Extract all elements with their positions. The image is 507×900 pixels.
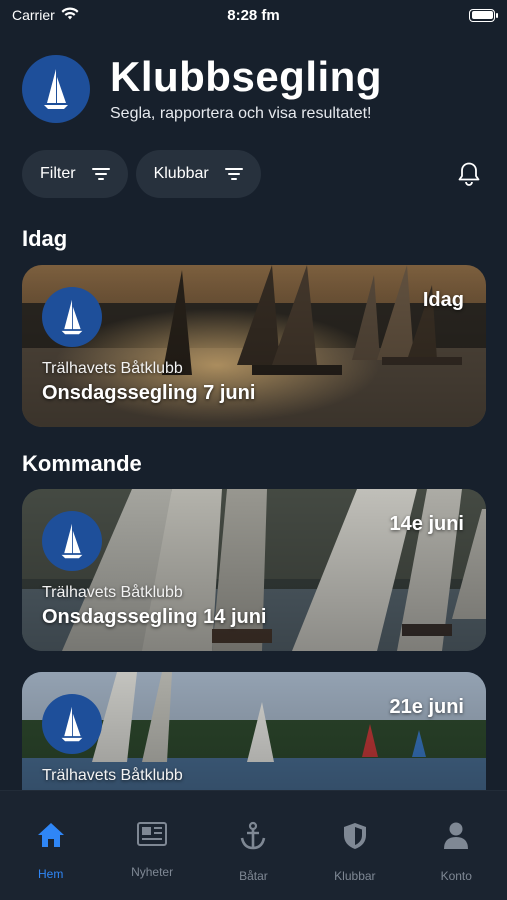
tab-home[interactable]: Hem xyxy=(6,821,96,900)
newspaper-icon xyxy=(137,822,168,846)
carrier-label: Carrier xyxy=(12,7,55,23)
filter-lines-icon xyxy=(91,168,110,180)
event-card[interactable]: 14e juni Trälhavets Båtklubb Onsdagssegl… xyxy=(22,489,486,651)
tab-label: Båtar xyxy=(239,869,268,883)
section-title-today: Idag xyxy=(22,226,68,251)
event-club: Trälhavets Båtklubb xyxy=(42,767,183,784)
bell-icon xyxy=(458,162,480,186)
notifications-button[interactable] xyxy=(453,158,485,190)
sailboat-icon xyxy=(61,706,83,742)
club-logo xyxy=(42,694,102,754)
tab-account[interactable]: Konto xyxy=(411,821,501,900)
event-club: Trälhavets Båtklubb xyxy=(42,584,183,601)
sailboat-icon xyxy=(44,69,68,110)
tab-label: Nyheter xyxy=(131,865,174,879)
clubs-filter-label: Klubbar xyxy=(153,165,209,182)
event-name: Onsdagssegling 14 juni xyxy=(42,606,267,628)
club-logo xyxy=(22,55,90,124)
event-date: 21e juni xyxy=(389,696,464,718)
tab-bar: Hem Nyheter Båtar Klubbar Konto xyxy=(0,790,507,900)
event-date: Idag xyxy=(422,289,464,311)
event-card[interactable]: Idag Trälhavets Båtklubb Onsdagssegling … xyxy=(22,265,486,427)
sailboat-icon xyxy=(61,523,83,559)
tab-boats[interactable]: Båtar xyxy=(208,821,298,900)
event-club: Trälhavets Båtklubb xyxy=(42,360,183,377)
filter-lines-icon xyxy=(224,168,243,180)
page-subtitle: Segla, rapportera och visa resultatet! xyxy=(110,105,372,123)
home-icon xyxy=(37,823,64,847)
section-title-upcoming: Kommande xyxy=(22,451,142,476)
event-name: Onsdagssegling 7 juni xyxy=(42,382,256,404)
filter-bar: Filter Klubbar xyxy=(22,150,485,198)
filter-label: Filter xyxy=(40,165,76,182)
sailboat-icon xyxy=(61,299,83,335)
event-date: 14e juni xyxy=(389,513,464,535)
clubs-filter-button[interactable]: Klubbar xyxy=(135,150,261,198)
header-text: Klubbsegling Segla, rapportera och visa … xyxy=(110,53,382,123)
battery-icon xyxy=(469,8,498,22)
tab-label: Konto xyxy=(440,869,472,883)
person-icon xyxy=(444,822,469,849)
tab-news[interactable]: Nyheter xyxy=(107,821,197,900)
status-bar: Carrier 8:28 fm xyxy=(0,0,507,30)
club-logo xyxy=(42,287,102,347)
filter-button[interactable]: Filter xyxy=(22,150,128,198)
tab-label: Hem xyxy=(38,867,64,881)
tab-label: Klubbar xyxy=(334,869,376,883)
app-header: Klubbsegling Segla, rapportera och visa … xyxy=(22,53,485,124)
wifi-icon xyxy=(61,7,79,23)
club-logo xyxy=(42,511,102,571)
page-title: Klubbsegling xyxy=(110,53,382,100)
status-left: Carrier xyxy=(12,7,79,23)
shield-icon xyxy=(343,823,366,849)
tab-clubs[interactable]: Klubbar xyxy=(310,821,400,900)
anchor-icon xyxy=(241,821,266,850)
